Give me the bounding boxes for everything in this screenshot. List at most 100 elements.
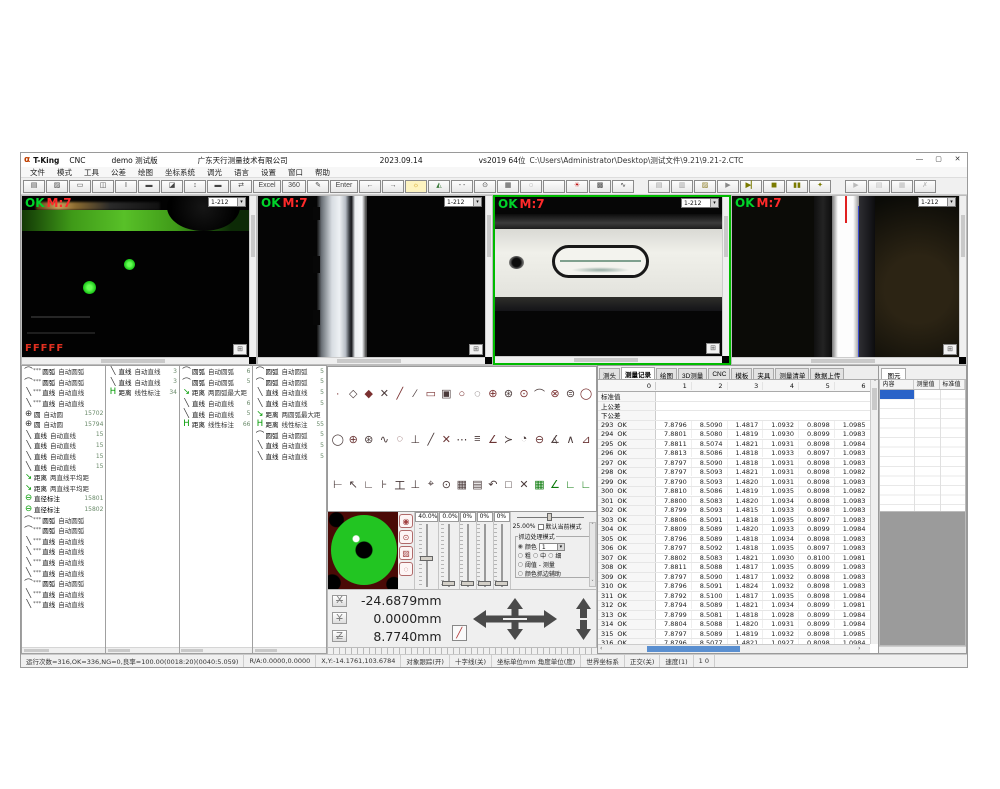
toolbar-button[interactable]: ▤ [648,180,670,193]
tool-icon[interactable]: ≡ [470,433,484,446]
toolbar-button[interactable]: ✎ [307,180,329,193]
table-tab[interactable]: 测量记录 [621,367,655,379]
ring-light-indicator[interactable] [328,512,398,589]
z-jog-arrows[interactable] [575,598,592,640]
toolbar-button[interactable]: ▮▮ [786,180,808,193]
measurement-row[interactable]: 298OK 7.8797 8.5093 1.4821 1.0931 0.8098… [598,468,870,478]
tool-icon[interactable]: ∟ [579,477,593,493]
radio-icon[interactable]: ○ [548,552,553,559]
menu-item[interactable]: 语言 [229,167,254,178]
toolbar-button[interactable]: 360 [282,180,306,193]
camera-vscrollbar[interactable] [249,196,256,357]
toolbar-button[interactable]: ◪ [161,180,183,193]
feature-list-item[interactable]: ╲ *** 直线 自动直线 [22,536,105,547]
measurement-row[interactable]: 304OK 7.8809 8.5089 1.4820 1.0933 0.8099… [598,525,870,535]
feature-list-item[interactable]: ╲ 直线 自动直线 5 [253,440,326,451]
camera-hscrollbar[interactable] [258,357,485,364]
measurement-row[interactable]: 300OK 7.8810 8.5086 1.4819 1.0935 0.8098… [598,487,870,497]
maximize-button[interactable]: ▢ [932,155,945,166]
tool-icon[interactable]: ◌ [470,386,484,402]
chevron-down-icon[interactable]: ▾ [557,544,564,550]
camera-hscrollbar[interactable] [732,357,959,364]
tool-icon[interactable]: ⊿ [579,433,593,446]
menu-item[interactable]: 坐标系统 [160,167,200,178]
measurement-row[interactable]: 296OK 7.8813 8.5086 1.4818 1.0933 0.8097… [598,449,870,459]
element-grid-rows[interactable] [879,390,966,512]
tool-icon[interactable]: ⊕ [486,386,500,402]
tool-icon[interactable]: ▣ [439,386,453,402]
feature-list-item[interactable]: ╲ *** 直线 自动直线 [22,398,105,409]
tolerance-row[interactable]: 下公差 [598,411,870,421]
menu-item[interactable]: 文件 [25,167,50,178]
toolbar-button[interactable]: ☀ [566,180,588,193]
measurement-row[interactable]: 313OK 7.8799 8.5081 1.4818 1.0928 0.8099… [598,611,870,621]
feature-list-item[interactable]: H 距离 线性标注 34 [106,387,179,398]
light-slider[interactable] [477,524,493,587]
table-tab[interactable]: 夹具 [753,368,774,379]
tool-icon[interactable]: ✕ [517,477,531,493]
selected-cell[interactable] [880,390,914,399]
toolbar-button[interactable]: ☼ [405,180,427,193]
close-button[interactable]: ✕ [951,155,964,166]
menu-item[interactable]: 设置 [256,167,281,178]
toolbar-button[interactable]: ▬ [207,180,229,193]
table-tab[interactable]: CNC [708,368,730,379]
table-tab[interactable]: 绘图 [656,368,677,379]
toolbar-button[interactable]: ▶ [717,180,739,193]
tool-icon[interactable]: ⊦ [377,477,391,493]
toolbar-button[interactable]: ▩ [589,180,611,193]
tool-icon[interactable]: ⊙ [439,477,453,493]
toolbar-button[interactable]: ◌ [520,180,542,193]
tool-icon[interactable]: ╱ [393,386,407,402]
measurement-row[interactable]: 294OK 7.8801 8.5080 1.4819 1.0930 0.8099… [598,430,870,440]
toolbar-button[interactable]: Enter [330,180,358,193]
tool-icon[interactable]: 工 [393,477,407,493]
tool-icon[interactable]: ⊛ [362,433,376,446]
tool-icon[interactable]: ∡ [548,433,562,446]
tool-icon[interactable]: ▦ [455,477,469,493]
table-hscrollbar[interactable]: ‹› [598,644,870,653]
slider-thumb[interactable] [420,556,433,561]
tool-icon[interactable]: ⊢ [331,477,345,493]
feature-list-item[interactable]: ↘ 距离 两直线平均距 [22,483,105,494]
axis-plot-button[interactable]: ╱ [452,625,467,641]
camera-view-4[interactable]: OKM:7 1-212▾ ⊞ [731,195,967,365]
toolbar-button[interactable]: ↕ [184,180,206,193]
stage-icon[interactable]: ⊞ [233,344,247,355]
feature-list-item[interactable]: ╲ *** 直线 自动直线 [22,599,105,610]
tool-icon[interactable]: ◇ [346,386,360,402]
tool-icon[interactable]: □ [501,477,515,493]
toolbar-button[interactable]: ◭ [428,180,450,193]
tool-icon[interactable]: ⊜ [563,386,577,402]
toolbar-button[interactable]: ▭ [69,180,91,193]
feature-list-item[interactable]: ╲ 直线 自动直线 15 [22,430,105,441]
feature-list-item[interactable]: ╲ 直线 自动直线 5 [253,451,326,462]
radio-icon[interactable]: ○ [533,552,538,559]
feature-list-item[interactable]: ╲ 直线 自动直线 5 [180,408,253,419]
tool-icon[interactable]: ▤ [470,477,484,493]
radio-icon[interactable]: ○ [518,561,523,568]
options-vscrollbar[interactable]: ˄˅ [589,522,596,587]
table-tab[interactable]: 测头 [599,368,620,379]
table-vscrollbar[interactable]: ˄ [870,380,878,644]
toolbar-button[interactable]: ▤ [23,180,45,193]
toolbar-button[interactable]: ⊙ [474,180,496,193]
zoom-select[interactable]: 1-212▾ [918,197,956,207]
toolbar-button[interactable]: ⇄ [230,180,252,193]
feature-list-item[interactable]: ╲ 直线 自动直线 6 [180,398,253,409]
feature-list-item[interactable]: ⊕ 圆 自动圆 15794 [22,419,105,430]
measurement-row[interactable]: 301OK 7.8800 8.5083 1.4820 1.0934 0.8098… [598,497,870,507]
toolbar-button[interactable]: ← [359,180,381,193]
measurement-row[interactable]: 307OK 7.8802 8.5083 1.4821 1.0930 0.8100… [598,554,870,564]
toolbar-button[interactable]: - - [451,180,473,193]
feature-list-item[interactable]: H 距离 线性标注 55 [253,419,326,430]
measurement-row[interactable]: 309OK 7.8797 8.5090 1.4817 1.0932 0.8098… [598,573,870,583]
chevron-down-icon[interactable]: ▾ [237,198,245,206]
zoom-select[interactable]: 1-212▾ [681,198,719,208]
measurement-row[interactable]: 302OK 7.8799 8.5093 1.4815 1.0933 0.8098… [598,506,870,516]
tool-icon[interactable]: ◯ [331,433,345,446]
tool-icon[interactable]: ◌ [393,433,407,446]
tool-icon[interactable]: ⊗ [548,386,562,402]
toolbar-button[interactable]: ▦ [497,180,519,193]
feature-list-item[interactable]: ╲ 直线 自动直线 5 [253,387,326,398]
